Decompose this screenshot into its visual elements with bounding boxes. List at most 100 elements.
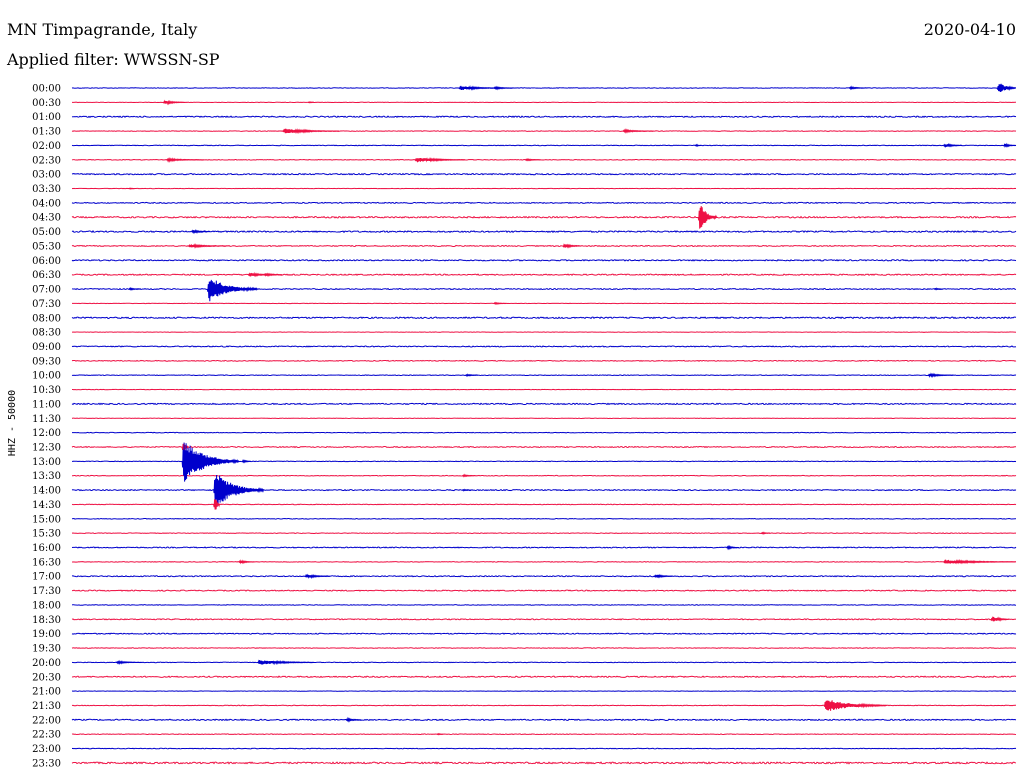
row-time-label: 15:00: [32, 514, 61, 525]
seismic-event: [823, 700, 887, 711]
trace-group: [71, 83, 1017, 765]
seismic-event: [943, 558, 1016, 565]
row-time-label: 01:30: [32, 127, 61, 138]
row-time-label: 22:30: [32, 730, 61, 741]
row-time-label: 13:00: [32, 457, 61, 468]
row-time-label: 09:00: [32, 342, 61, 353]
trace-row: [71, 130, 1017, 132]
seismic-event: [465, 373, 478, 377]
seismic-event: [263, 272, 283, 277]
seismic-event: [307, 101, 315, 104]
seismic-event: [436, 732, 444, 736]
seismic-event: [414, 157, 466, 163]
row-time-label: 21:30: [32, 701, 61, 712]
seismic-event: [257, 659, 315, 666]
row-time-label: 04:00: [32, 198, 61, 209]
seismic-event: [191, 228, 211, 235]
seismic-event: [461, 473, 475, 478]
trace-row: [71, 345, 1017, 348]
trace-row: [71, 632, 1017, 635]
seismic-event: [943, 142, 963, 149]
row-time-label: 12:00: [32, 428, 61, 439]
trace-row: [71, 402, 1017, 406]
row-time-label: 20:00: [32, 658, 61, 669]
trace-row: [71, 733, 1017, 736]
seismic-event: [996, 83, 1016, 92]
row-time-label: 01:00: [32, 112, 61, 123]
seismic-event: [213, 499, 221, 510]
seismic-event: [653, 573, 673, 579]
seismic-event: [162, 99, 186, 106]
seismic-event: [282, 128, 340, 134]
row-time-label: 03:00: [32, 170, 61, 181]
trace-row: [71, 747, 1017, 750]
row-time-label: 23:30: [32, 758, 61, 769]
seismic-event: [927, 372, 954, 379]
row-time-label: 14:30: [32, 500, 61, 511]
row-time-label: 11:00: [32, 399, 61, 410]
row-time-label: 10:30: [32, 385, 61, 396]
seismic-event: [241, 459, 252, 464]
row-time-label: 12:30: [32, 443, 61, 454]
row-time-label: 08:00: [32, 313, 61, 324]
trace-row: [71, 532, 1017, 535]
seismic-event: [1003, 142, 1017, 149]
trace-row: [71, 561, 1017, 563]
seismic-event: [697, 206, 718, 229]
trace-row: [71, 359, 1017, 362]
trace-row: [71, 172, 1017, 176]
seismic-event: [461, 488, 472, 492]
trace-row: [71, 718, 1017, 722]
trace-row: [71, 316, 1017, 320]
row-time-label: 02:00: [32, 141, 61, 152]
seismic-event: [848, 85, 868, 91]
row-time-label: 15:30: [32, 529, 61, 540]
trace-row: [72, 474, 1017, 477]
trace-row: [71, 87, 1017, 89]
trace-row: [71, 273, 1017, 276]
row-time-label: 09:30: [32, 356, 61, 367]
row-time-label: 11:30: [32, 414, 61, 425]
seismic-event: [760, 531, 771, 535]
row-time-label: 18:30: [32, 615, 61, 626]
row-time-label: 19:30: [32, 644, 61, 655]
row-time-label: 03:30: [32, 184, 61, 195]
row-time-label: 05:00: [32, 227, 61, 238]
time-label-group: 00:00 00:30 01:00 01:30 02:00 02:30 03:00 03:30…: [32, 84, 61, 770]
seismic-event: [990, 616, 1010, 622]
trace-row: [71, 618, 1017, 621]
trace-row: [71, 258, 1017, 262]
trace-row: [71, 589, 1017, 592]
trace-row: [71, 761, 1017, 765]
trace-row: [71, 431, 1017, 434]
trace-row: [71, 604, 1017, 606]
trace-row: [71, 575, 1017, 578]
row-time-label: 22:00: [32, 715, 61, 726]
trace-row: [71, 158, 1017, 161]
trace-row: [71, 517, 1017, 520]
row-time-label: 21:00: [32, 687, 61, 698]
seismic-event: [694, 143, 702, 148]
trace-row: [71, 144, 1017, 147]
seismic-event: [562, 243, 582, 249]
row-time-label: 05:30: [32, 241, 61, 252]
seismic-event: [128, 187, 135, 190]
row-time-label: 07:30: [32, 299, 61, 310]
seismic-event: [166, 156, 204, 163]
row-time-label: 02:30: [32, 155, 61, 166]
row-time-label: 17:00: [32, 572, 61, 583]
row-time-label: 20:30: [32, 672, 61, 683]
row-time-label: 07:00: [32, 285, 61, 296]
row-time-label: 00:30: [32, 98, 61, 109]
row-time-label: 04:30: [32, 213, 61, 224]
trace-row: [71, 675, 1017, 679]
trace-row: [71, 661, 1017, 664]
seismic-event: [213, 474, 265, 507]
row-time-label: 00:00: [32, 84, 61, 95]
y-axis-label: HHZ - 50000: [7, 390, 18, 456]
row-time-label: 23:00: [32, 744, 61, 755]
row-time-label: 06:00: [32, 256, 61, 267]
trace-row: [71, 546, 1017, 549]
trace-row: [71, 215, 1017, 219]
row-time-label: 10:00: [32, 371, 61, 382]
